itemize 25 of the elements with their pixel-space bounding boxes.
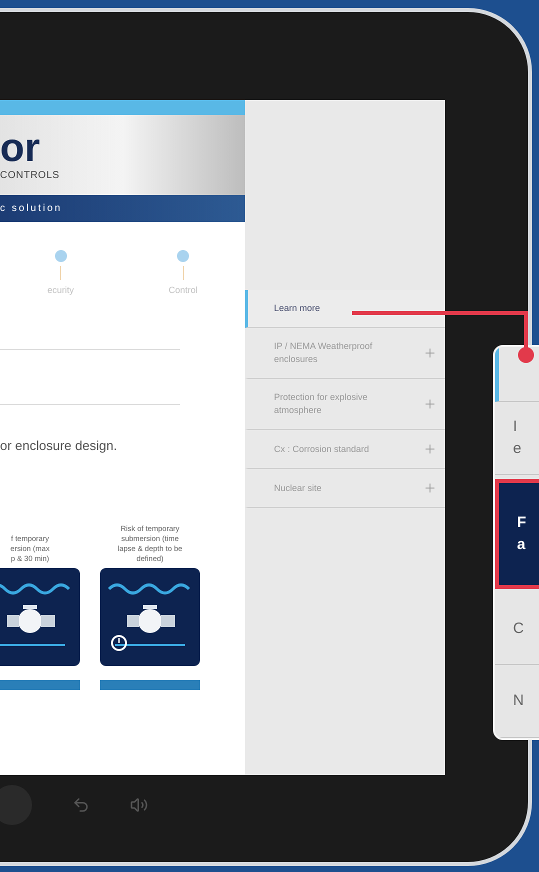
- sidebar-item[interactable]: Learn more: [245, 290, 445, 328]
- card-button[interactable]: [0, 680, 80, 690]
- sidebar-item[interactable]: Nuclear site: [245, 469, 445, 508]
- step-label: Control: [168, 284, 198, 297]
- plus-icon[interactable]: [423, 481, 437, 495]
- step-icon: [54, 250, 67, 262]
- speaker-icon[interactable]: [130, 796, 148, 814]
- callout-item[interactable]: F a: [495, 478, 539, 589]
- banner: c solution: [0, 195, 245, 222]
- sidebar-item[interactable]: Protection for explosive atmosphere: [245, 379, 445, 430]
- callout-item[interactable]: C: [495, 592, 539, 666]
- plus-icon[interactable]: [423, 442, 437, 456]
- callout-item[interactable]: I e: [495, 402, 539, 475]
- sidebar-item[interactable]: Cx : Corrosion standard: [245, 430, 445, 469]
- sidebar-item[interactable]: IP / NEMA Weatherproof enclosures: [245, 328, 445, 379]
- intro-text: or enclosure design.: [0, 437, 118, 455]
- back-icon[interactable]: [72, 796, 90, 814]
- card-button[interactable]: [100, 680, 200, 690]
- plus-icon[interactable]: [423, 346, 437, 360]
- step-icon: [177, 250, 190, 262]
- logo-subtitle: CONTROLS: [0, 168, 61, 182]
- step-label: ecurity: [47, 284, 74, 297]
- callout-item[interactable]: N: [495, 665, 539, 738]
- plus-icon[interactable]: [423, 397, 437, 411]
- logo-text: or: [0, 128, 41, 168]
